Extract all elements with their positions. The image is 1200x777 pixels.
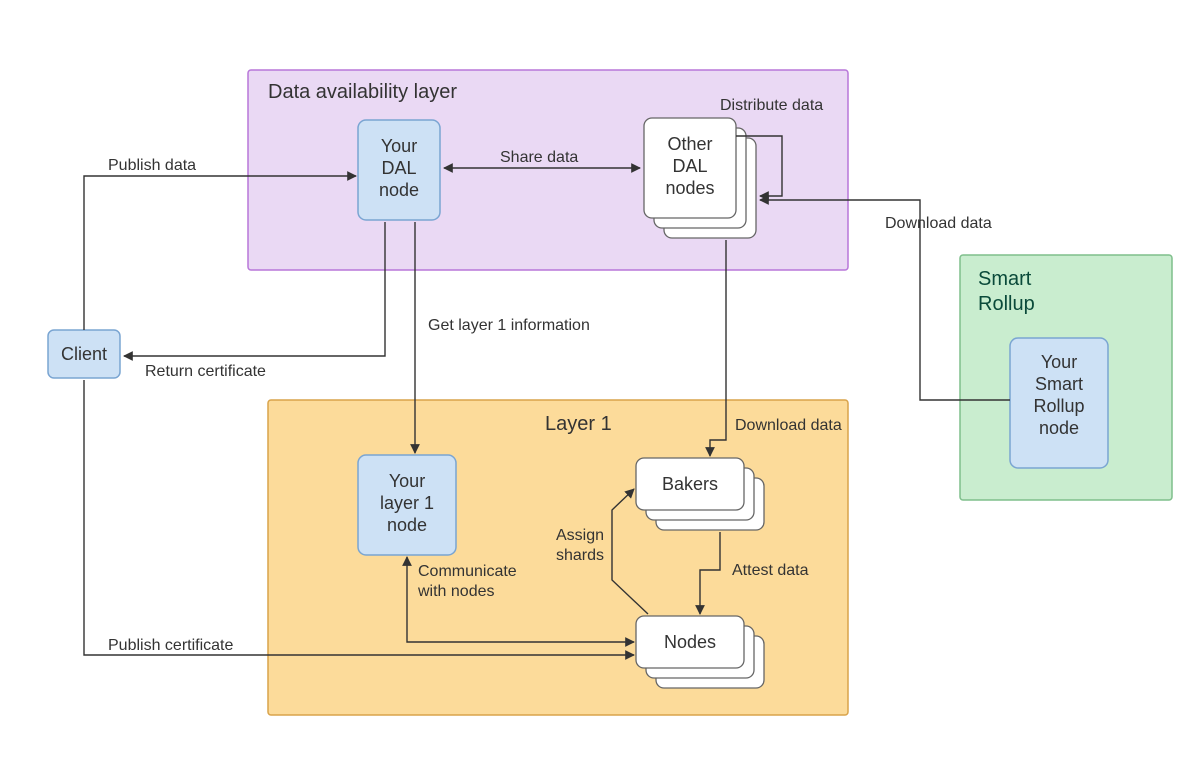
bakers-stack: Bakers: [636, 458, 764, 530]
your-l1-l1: Your: [389, 471, 425, 491]
smart-rollup-title-l2: Rollup: [978, 293, 1035, 315]
your-dal-l2: DAL: [381, 158, 416, 178]
edge-get-l1-info-label: Get layer 1 information: [428, 317, 590, 334]
nodes-label: Nodes: [664, 632, 716, 652]
architecture-diagram: Data availability layer Layer 1 Smart Ro…: [0, 0, 1200, 777]
edge-communicate-l2: with nodes: [417, 583, 495, 600]
edge-assign-shards-l2: shards: [556, 547, 604, 564]
dal-title: Data availability layer: [268, 81, 457, 103]
other-dal-l3: nodes: [665, 178, 714, 198]
nodes-stack: Nodes: [636, 616, 764, 688]
your-dal-l3: node: [379, 180, 419, 200]
edge-download-data-sr-label: Download data: [885, 215, 992, 232]
sr-node-l4: node: [1039, 418, 1079, 438]
sr-node-l2: Smart: [1035, 374, 1083, 394]
client-label: Client: [61, 344, 107, 364]
edge-distribute-data-label: Distribute data: [720, 97, 823, 114]
edge-share-data-label: Share data: [500, 149, 578, 166]
edge-publish-certificate-label: Publish certificate: [108, 637, 233, 654]
other-dal-l1: Other: [667, 134, 712, 154]
edge-assign-shards-l1: Assign: [556, 527, 604, 544]
your-dal-l1: Your: [381, 136, 417, 156]
sr-node-l3: Rollup: [1033, 396, 1084, 416]
edge-publish-data-label: Publish data: [108, 157, 196, 174]
layer1-title: Layer 1: [545, 413, 612, 435]
edge-download-data-inner-label: Download data: [735, 417, 842, 434]
bakers-label: Bakers: [662, 474, 718, 494]
edge-attest-data-label: Attest data: [732, 562, 809, 579]
your-l1-l3: node: [387, 515, 427, 535]
smart-rollup-title-l1: Smart: [978, 268, 1032, 290]
edge-communicate-l1: Communicate: [418, 563, 517, 580]
your-l1-l2: layer 1: [380, 493, 434, 513]
edge-return-certificate-label: Return certificate: [145, 363, 266, 380]
sr-node-l1: Your: [1041, 352, 1077, 372]
other-dal-l2: DAL: [672, 156, 707, 176]
